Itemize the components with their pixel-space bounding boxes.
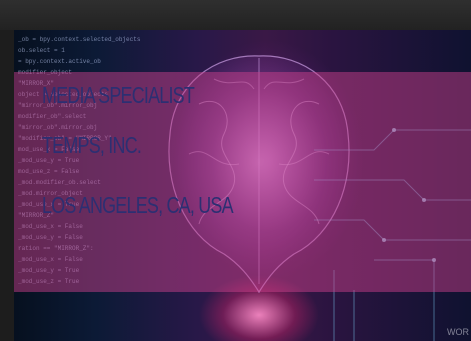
window-left-edge	[0, 30, 14, 341]
text-overlay-banner: MEDIA SPECIALIST TEMPS, INC. LOS ANGELES…	[14, 72, 471, 292]
window-top-bar	[0, 0, 471, 30]
company-name: TEMPS, INC.	[42, 132, 142, 158]
job-location: LOS ANGELES, CA, USA	[42, 192, 234, 218]
watermark-text: WOR	[447, 327, 469, 337]
window-frame: _ob = bpy.context.selected_objects ob.sel…	[0, 0, 471, 341]
job-title: MEDIA SPECIALIST	[42, 82, 195, 108]
